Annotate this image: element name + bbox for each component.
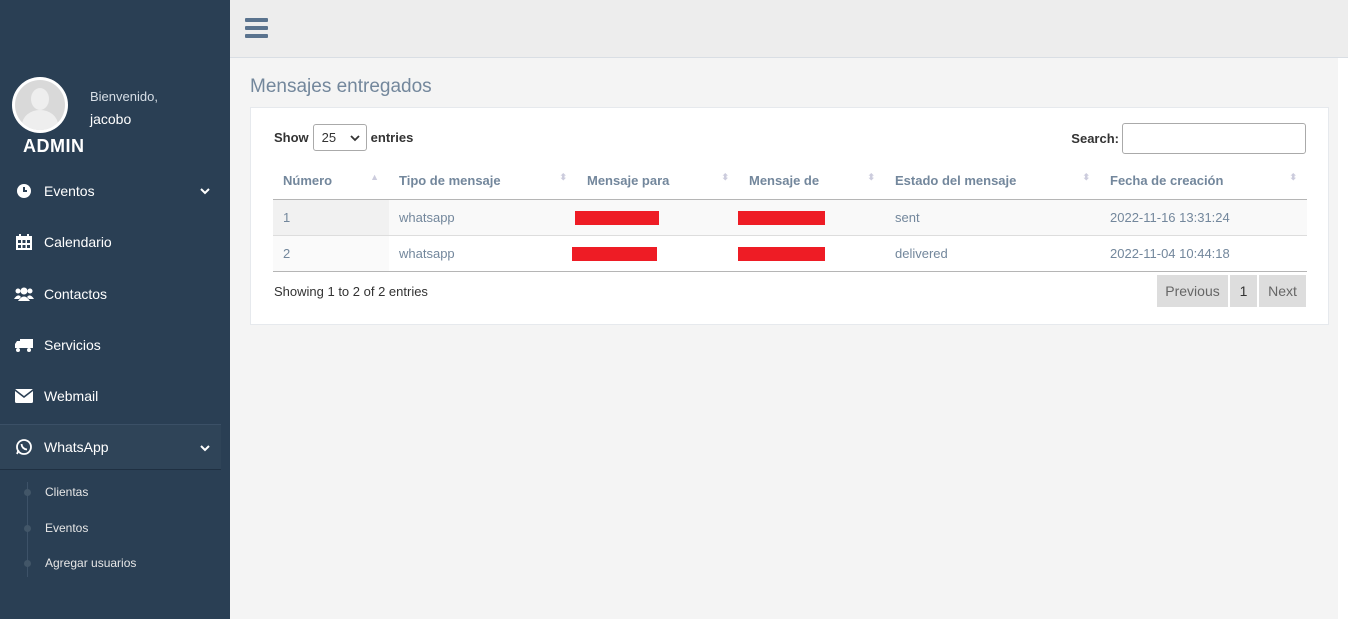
table-panel: Show 25 entries Search: Número ▲ Tipo de … [250,107,1329,325]
clock-icon [14,183,34,199]
chevron-down-icon [199,441,211,457]
sidebar-item-label: Contactos [44,286,108,302]
sidebar-item-label: WhatsApp [44,439,109,455]
sidebar-item-calendario[interactable]: Calendario [0,222,221,262]
sort-icon: ⬍ [721,172,729,182]
column-header-tipo[interactable]: Tipo de mensaje ⬍ [389,162,577,200]
hamburger-icon[interactable] [245,18,269,38]
top-nav [230,0,1348,58]
messages-table: Número ▲ Tipo de mensaje ⬍ Mensaje para ⬍ M… [273,162,1307,272]
sidebar-item-webmail[interactable]: Webmail [0,376,221,416]
show-label: Show [274,130,309,145]
cell-fecha: 2022-11-04 10:44:18 [1100,235,1307,272]
column-header-numero[interactable]: Número ▲ [273,162,389,200]
redaction-bar [572,246,657,261]
table-row: 1 whatsapp sent 2022-11-16 13:31:24 [273,199,1307,236]
sidebar-item-eventos[interactable]: Eventos [0,171,221,211]
calendar-icon [14,233,34,251]
search-label: Search: [1071,131,1119,146]
submenu-item-agregar-usuarios[interactable]: Agregar usuarios [0,548,221,578]
sort-icon: ⬍ [1289,172,1297,182]
column-header-de[interactable]: Mensaje de ⬍ [739,162,885,200]
cell-de [738,235,885,272]
cell-fecha: 2022-11-16 13:31:24 [1100,199,1307,236]
submenu-item-label: Agregar usuarios [45,556,137,570]
entries-select[interactable]: 25 [312,124,367,151]
sidebar-item-label: Calendario [44,234,112,250]
username: jacobo [90,111,132,127]
bullet-icon [24,524,31,532]
table-header-row: Número ▲ Tipo de mensaje ⬍ Mensaje para ⬍ M… [273,162,1307,200]
page-1-button[interactable]: 1 [1230,275,1257,307]
cell-de [738,199,885,236]
sidebar-item-label: Eventos [44,183,95,199]
sidebar-item-contactos[interactable]: Contactos [0,274,221,314]
next-button[interactable]: Next [1259,275,1306,307]
user-placeholder-icon [15,80,65,130]
submenu-item-label: Eventos [45,521,89,535]
column-header-fecha[interactable]: Fecha de creación ⬍ [1100,162,1307,200]
column-header-para[interactable]: Mensaje para ⬍ [577,162,739,200]
users-icon [14,286,34,302]
cell-numero: 2 [273,235,389,272]
user-role: ADMIN [23,136,85,156]
sort-icon: ⬍ [559,172,567,182]
cell-estado: delivered [885,235,1100,272]
cell-numero: 1 [273,199,389,236]
table-info: Showing 1 to 2 of 2 entries [274,284,428,299]
sidebar-item-whatsapp[interactable]: WhatsApp [0,424,221,470]
envelope-icon [14,389,34,403]
length-control: Show 25 entries [274,124,413,151]
truck-icon [14,337,34,353]
entries-label: entries [370,130,414,145]
previous-button[interactable]: Previous [1157,275,1228,307]
sidebar-item-servicios[interactable]: Servicios [0,325,221,365]
chevron-down-icon [199,184,211,200]
search-control: Search: [1071,123,1306,154]
sort-icon: ⬍ [867,172,875,182]
cell-para [572,235,739,272]
sidebar-item-label: Servicios [44,337,101,353]
submenu-item-eventos[interactable]: Eventos [0,513,221,543]
whatsapp-icon [14,438,34,456]
search-input[interactable] [1122,123,1306,154]
chevron-down-icon [350,130,360,145]
submenu-item-label: Clientas [45,485,89,499]
entries-value: 25 [321,130,337,145]
submenu-item-clientas[interactable]: Clientas [0,477,221,507]
right-edge [1338,58,1348,619]
table-row: 2 whatsapp delivered 2022-11-04 10:44:18 [273,235,1307,272]
redaction-bar [575,210,659,225]
bullet-icon [24,488,31,496]
column-header-estado[interactable]: Estado del mensaje ⬍ [885,162,1100,200]
sidebar-item-label: Webmail [44,388,99,404]
redaction-bar [738,210,825,225]
sort-icon: ⬍ [1082,172,1090,182]
welcome-text: Bienvenido, [90,89,158,104]
cell-tipo: whatsapp [389,235,577,272]
sort-asc-icon: ▲ [370,172,379,182]
bullet-icon [24,559,31,567]
cell-estado: sent [885,199,1100,236]
redaction-bar [738,246,825,261]
sidebar: Bienvenido, jacobo ADMIN Eventos Calenda… [0,0,230,619]
cell-tipo: whatsapp [389,199,577,236]
page-title: Mensajes entregados [250,76,432,97]
profile-block: Bienvenido, jacobo ADMIN [0,0,230,170]
avatar [12,77,68,133]
cell-para [575,199,739,236]
pagination: Previous 1 Next [1155,275,1306,307]
